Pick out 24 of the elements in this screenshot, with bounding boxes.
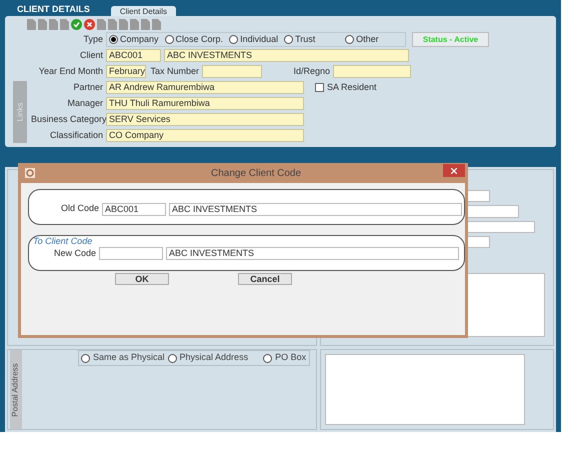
radio-label: Trust xyxy=(295,32,316,46)
field-label: Tax Number xyxy=(149,64,199,78)
field-label: New Code xyxy=(54,247,96,260)
radio-label: Close Corp. xyxy=(176,32,224,46)
window-title: CLIENT DETAILS xyxy=(17,3,90,16)
radio-label: PO Box xyxy=(275,351,306,364)
postal-address-label: Postal Address xyxy=(10,362,21,416)
checkbox-label: SA Resident xyxy=(327,80,377,94)
radio-label: Company xyxy=(120,32,159,46)
field-label: Id/Regno xyxy=(292,64,330,78)
field-label: Type xyxy=(82,32,103,46)
radio-label: Other xyxy=(356,32,379,46)
dialog-title: Change Client Code xyxy=(211,166,302,180)
field-label: Manager xyxy=(66,96,103,110)
radio-label: Individual xyxy=(240,32,278,46)
radio-label: Physical Address xyxy=(180,351,248,364)
field-label: Partner xyxy=(72,80,103,94)
status-badge: Status - Active xyxy=(412,32,489,47)
radio-label: Same as Physical xyxy=(93,351,165,364)
field-label: Client xyxy=(78,48,103,62)
section-title: To Client Code xyxy=(33,236,94,247)
field-label: Year End Month xyxy=(38,64,103,78)
field-label: Classification xyxy=(48,128,103,142)
field-label: Old Code xyxy=(61,202,100,216)
